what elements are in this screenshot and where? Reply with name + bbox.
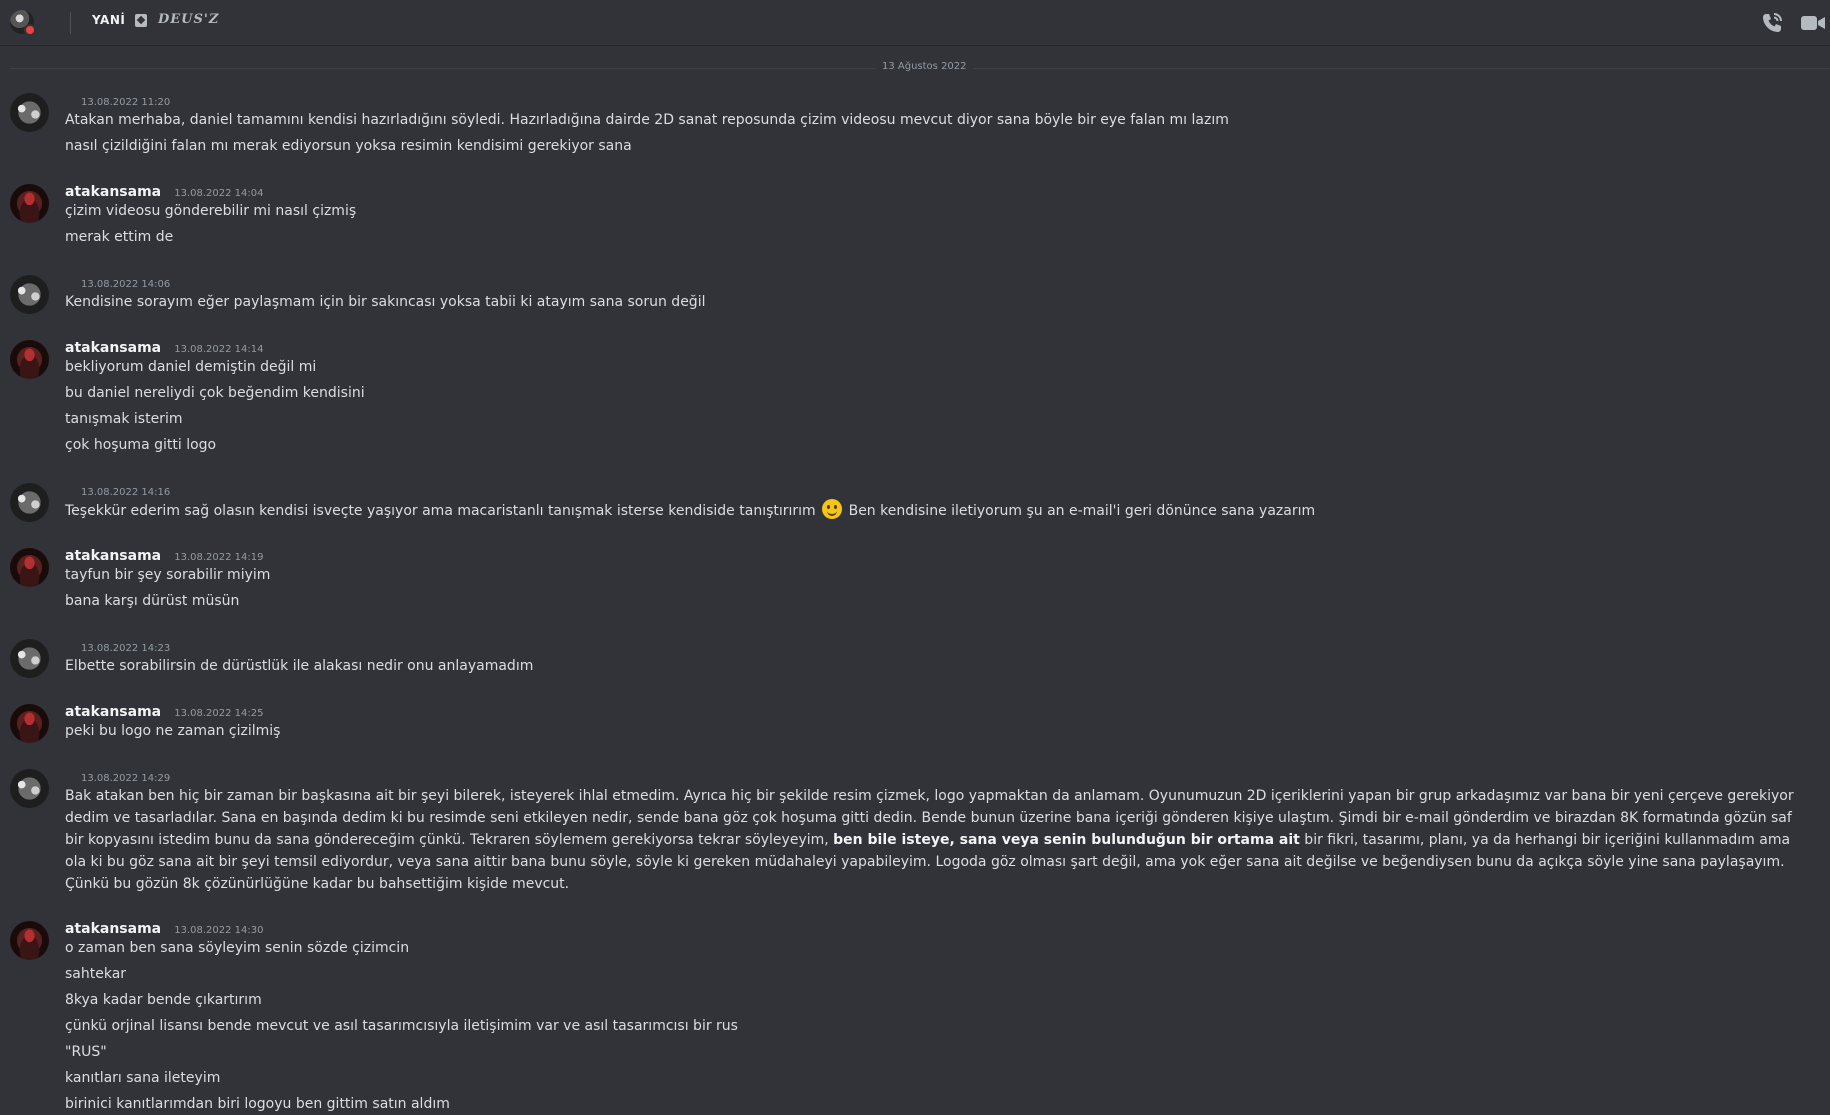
timestamp: 13.08.2022 14:06 bbox=[81, 279, 171, 290]
message-text: çünkü orjinal lisansı bende mevcut ve as… bbox=[65, 1018, 738, 1034]
message-text: bekliyorum daniel demiştin değil mi bbox=[65, 359, 317, 375]
avatar[interactable] bbox=[10, 921, 49, 960]
message-text: tanışmak isterim bbox=[65, 411, 183, 427]
divider bbox=[70, 12, 71, 34]
message-text: peki bu logo ne zaman çizilmiş bbox=[65, 723, 281, 739]
timestamp: 13.08.2022 14:19 bbox=[174, 552, 264, 563]
message-text: "RUS" bbox=[65, 1044, 107, 1060]
message-text: Kendisine sorayım eğer paylaşmam için bi… bbox=[65, 294, 706, 310]
message-text: bana karşı dürüst müsün bbox=[65, 593, 240, 609]
message-header: atakansama 13.08.2022 14:04 bbox=[65, 181, 264, 201]
message-text: o zaman ben sana söyleyim senin sözde çi… bbox=[65, 940, 410, 956]
timestamp: 13.08.2022 14:16 bbox=[81, 487, 171, 498]
message-text: çok hoşuma gitti logo bbox=[65, 437, 217, 453]
message-text: merak ettim de bbox=[65, 229, 174, 245]
message-text: tayfun bir şey sorabilir miyim bbox=[65, 567, 271, 583]
top-bar: YANİ DEUS'Z bbox=[0, 0, 1830, 46]
date-separator-label: 13 Ağustos 2022 bbox=[876, 61, 973, 72]
message-text: Elbette sorabilirsin de dürüstlük ile al… bbox=[65, 658, 534, 674]
slightly-smiling-face-emoji-icon[interactable] bbox=[822, 499, 843, 519]
timestamp: 13.08.2022 11:20 bbox=[81, 97, 171, 108]
avatar[interactable] bbox=[10, 10, 36, 36]
timestamp: 13.08.2022 14:29 bbox=[81, 773, 171, 784]
message-text: Teşekkür ederim sağ olasın kendisi isveç… bbox=[65, 499, 1315, 522]
message-header: 13.08.2022 14:29 bbox=[65, 766, 170, 786]
timestamp: 13.08.2022 14:04 bbox=[174, 188, 264, 199]
message-text-bold: ben bile isteye, sana veya senin bulundu… bbox=[833, 832, 1300, 848]
message-text: birinici kanıtlarımdan biri logoyu ben g… bbox=[65, 1096, 450, 1112]
timestamp: 13.08.2022 14:23 bbox=[81, 643, 171, 654]
avatar[interactable] bbox=[10, 769, 49, 808]
message-text: Bak atakan ben hiç bir zaman bir başkası… bbox=[65, 785, 1800, 895]
message-header: atakansama 13.08.2022 14:25 bbox=[65, 701, 264, 721]
message-header: 13.08.2022 14:16 bbox=[65, 480, 170, 500]
message-header: atakansama 13.08.2022 14:19 bbox=[65, 545, 264, 565]
message-header: 13.08.2022 14:23 bbox=[65, 636, 170, 656]
status-icon bbox=[135, 14, 147, 27]
message-text: nasıl çizildiğini falan mı merak ediyors… bbox=[65, 138, 632, 154]
author-name[interactable]: atakansama bbox=[65, 184, 161, 200]
author-name[interactable]: atakansama bbox=[65, 548, 161, 564]
author-name[interactable]: atakansama bbox=[65, 921, 161, 937]
timestamp: 13.08.2022 14:25 bbox=[174, 708, 264, 719]
message-text: bu daniel nereliydi çok beğendim kendisi… bbox=[65, 385, 365, 401]
dm-username[interactable]: YANİ bbox=[92, 13, 125, 27]
avatar[interactable] bbox=[10, 340, 49, 379]
message-text: kanıtları sana ileteyim bbox=[65, 1070, 221, 1086]
author-name[interactable]: atakansama bbox=[65, 340, 161, 356]
avatar[interactable] bbox=[10, 93, 49, 132]
timestamp: 13.08.2022 14:30 bbox=[174, 925, 264, 936]
avatar[interactable] bbox=[10, 184, 49, 223]
message-text-part: Teşekkür ederim sağ olasın kendisi isveç… bbox=[65, 503, 816, 519]
avatar[interactable] bbox=[10, 704, 49, 743]
message-text-part: Ben kendisine iletiyorum şu an e-mail'i … bbox=[848, 503, 1316, 519]
message-text: Atakan merhaba, daniel tamamını kendisi … bbox=[65, 112, 1229, 128]
message-header: 13.08.2022 11:20 bbox=[65, 90, 170, 110]
date-separator: 13 Ağustos 2022 bbox=[10, 60, 1830, 76]
message-header: 13.08.2022 14:06 bbox=[65, 272, 170, 292]
message-text: çizim videosu gönderebilir mi nasıl çizm… bbox=[65, 203, 357, 219]
avatar[interactable] bbox=[10, 275, 49, 314]
custom-status: DEUS'Z bbox=[158, 12, 220, 27]
phone-call-icon[interactable] bbox=[1760, 11, 1784, 35]
avatar[interactable] bbox=[10, 483, 49, 522]
message-text: sahtekar bbox=[65, 966, 127, 982]
message-header: atakansama 13.08.2022 14:30 bbox=[65, 918, 264, 938]
message-header: atakansama 13.08.2022 14:14 bbox=[65, 337, 264, 357]
avatar[interactable] bbox=[10, 639, 49, 678]
message-text: 8kya kadar bende çıkartırım bbox=[65, 992, 262, 1008]
avatar[interactable] bbox=[10, 548, 49, 587]
timestamp: 13.08.2022 14:14 bbox=[174, 344, 264, 355]
author-name[interactable]: atakansama bbox=[65, 704, 161, 720]
video-call-icon[interactable] bbox=[1800, 12, 1826, 34]
